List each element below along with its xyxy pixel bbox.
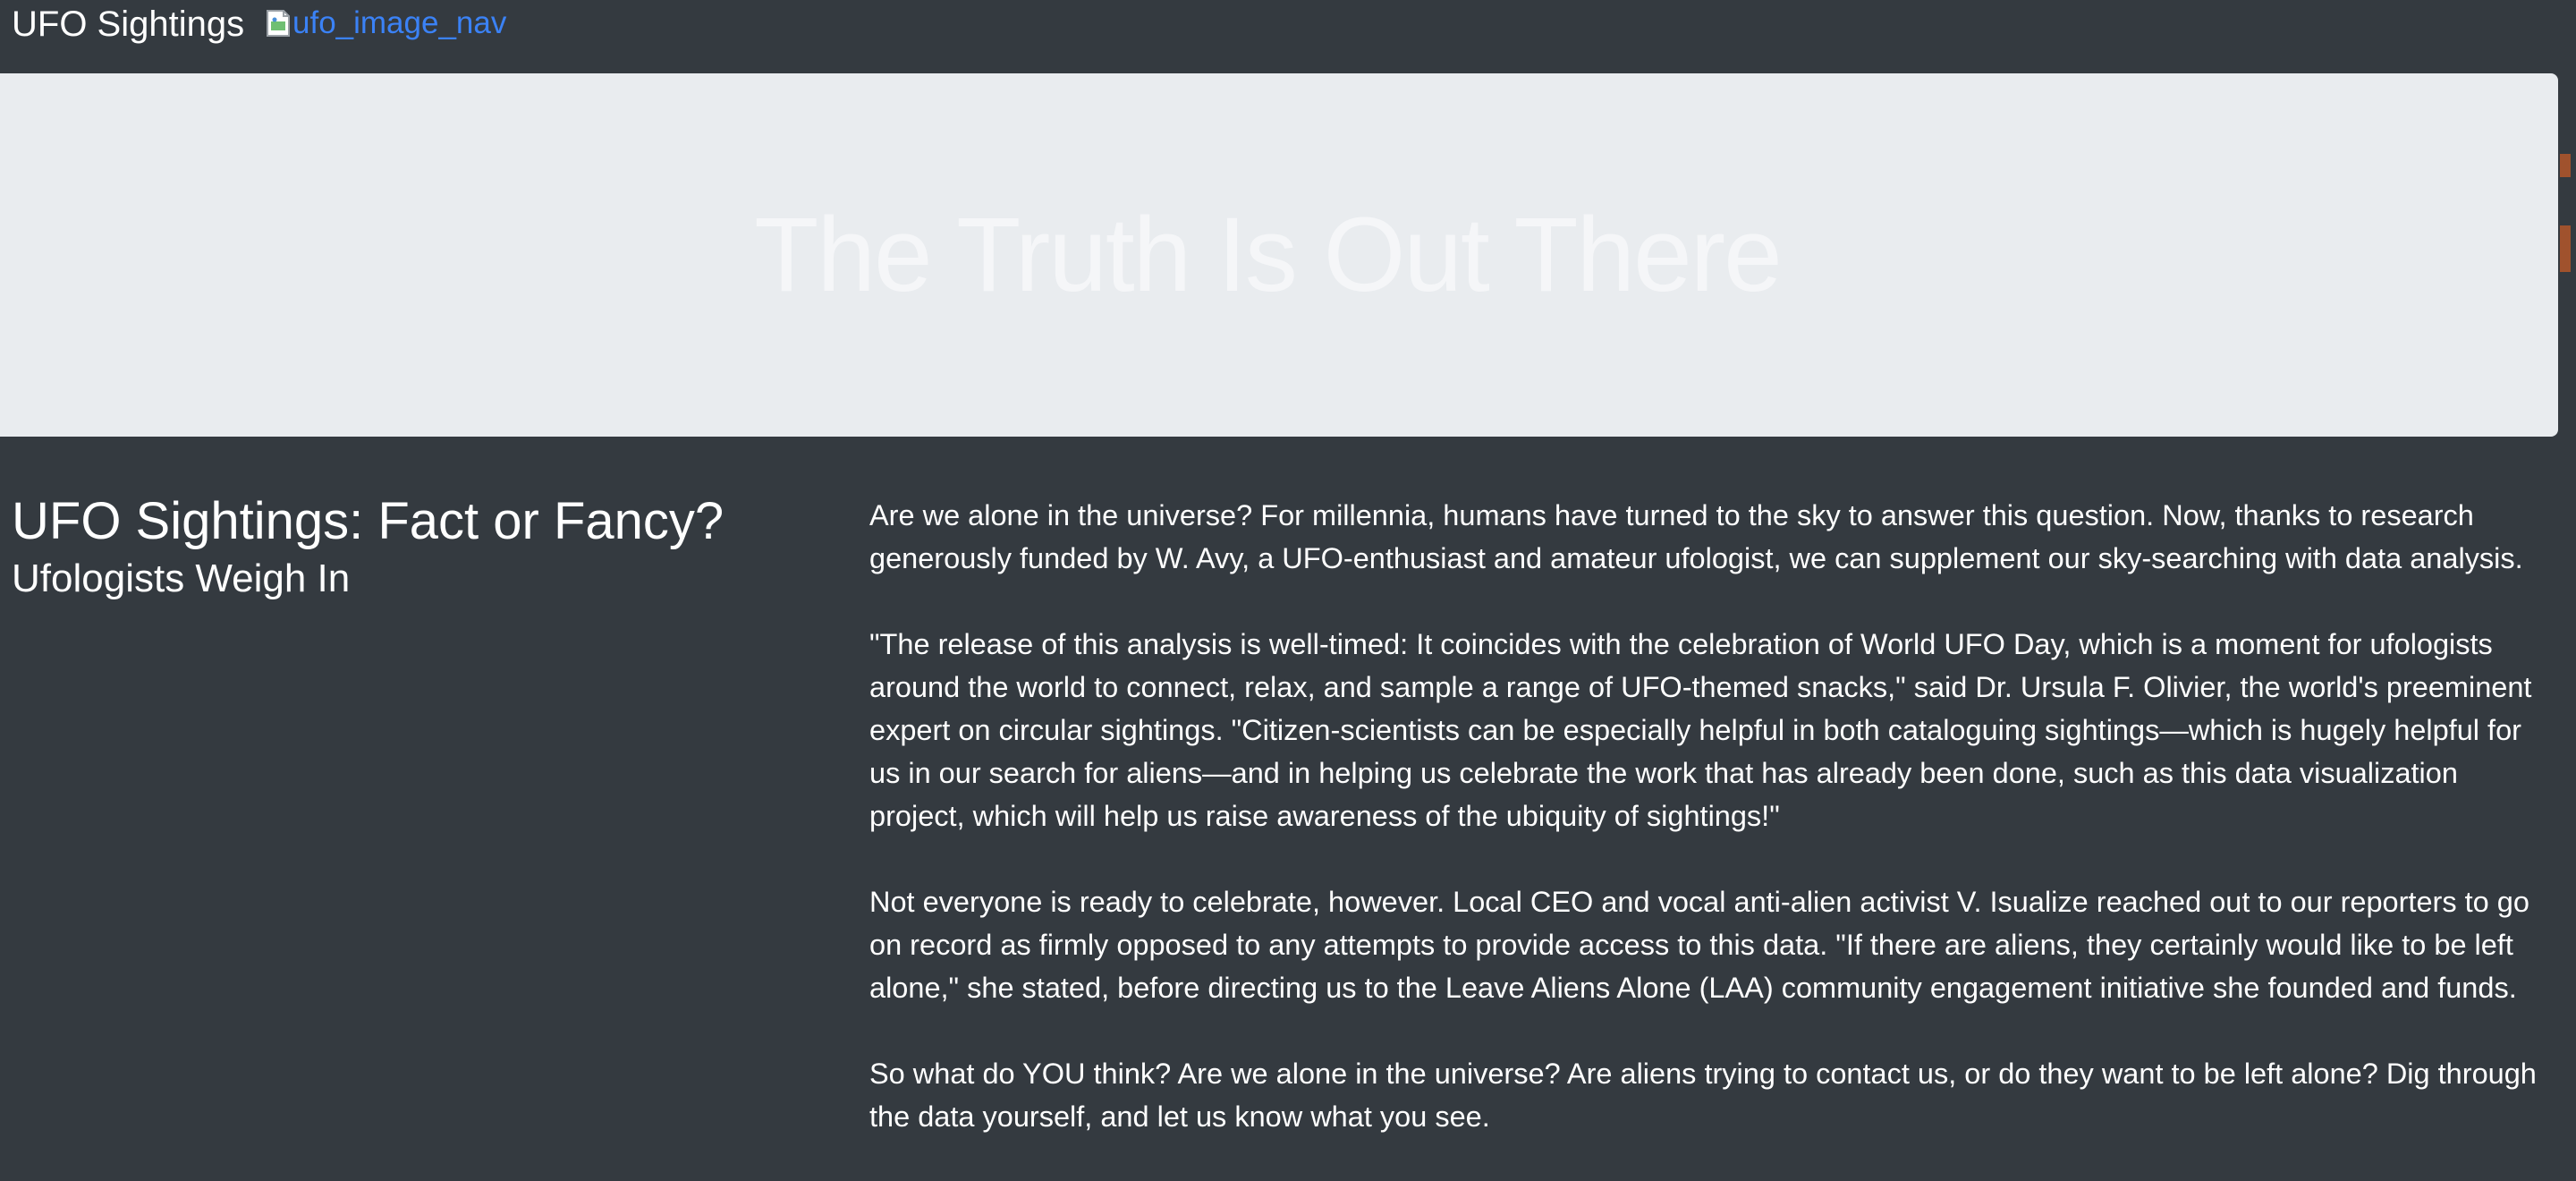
navbar: UFO Sightings ufo_image_nav bbox=[0, 0, 2576, 73]
article-body: Are we alone in the universe? For millen… bbox=[869, 494, 2542, 1181]
scroll-edge-marker bbox=[2560, 154, 2571, 177]
nav-ufo-image-link[interactable]: ufo_image_nav bbox=[266, 4, 506, 43]
jumbotron-title: The Truth Is Out There bbox=[754, 196, 1782, 314]
article-paragraph: Not everyone is ready to celebrate, howe… bbox=[869, 886, 2529, 1004]
article-subheading: Ufologists Weigh In bbox=[12, 557, 351, 600]
article-header: UFO Sightings: Fact or Fancy? Ufologists… bbox=[12, 490, 817, 605]
article-paragraph: "The release of this analysis is well-ti… bbox=[869, 628, 2532, 832]
article-paragraph: So what do YOU think? Are we alone in th… bbox=[869, 1058, 2537, 1133]
jumbotron-title-wrapper: The Truth Is Out There bbox=[0, 73, 2558, 437]
scroll-edge-marker bbox=[2560, 225, 2571, 272]
navbar-brand[interactable]: UFO Sightings bbox=[12, 2, 244, 47]
main-content: UFO Sightings: Fact or Fancy? Ufologists… bbox=[0, 437, 2576, 1143]
broken-image-icon bbox=[266, 9, 291, 38]
jumbotron: The Truth Is Out There bbox=[0, 73, 2558, 437]
article-heading: UFO Sightings: Fact or Fancy? bbox=[12, 492, 724, 550]
article-paragraph: Are we alone in the universe? For millen… bbox=[869, 499, 2523, 574]
nav-image-alt-text: ufo_image_nav bbox=[292, 5, 507, 40]
